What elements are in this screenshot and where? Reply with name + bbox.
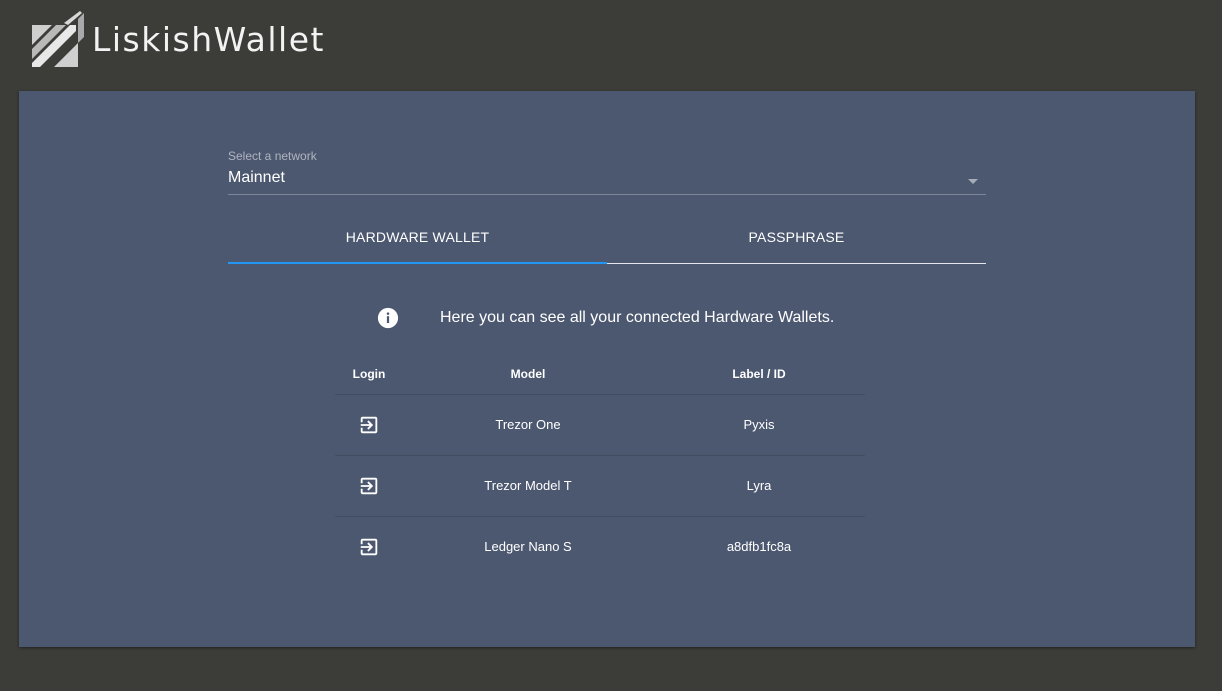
label-cell: Pyxis — [653, 394, 865, 456]
login-icon — [360, 477, 378, 494]
table-row: Trezor Model T Lyra — [335, 455, 865, 517]
app-title: LiskishWallet — [92, 19, 325, 59]
login-cell — [335, 455, 403, 517]
model-cell: Trezor One — [403, 394, 653, 456]
login-icon — [360, 538, 378, 555]
column-header-model: Model — [403, 355, 653, 395]
login-button[interactable] — [358, 475, 380, 497]
network-select-label: Select a network — [228, 149, 317, 163]
login-button[interactable] — [358, 536, 380, 558]
model-cell: Trezor Model T — [403, 455, 653, 517]
label-cell: a8dfb1fc8a — [726, 539, 792, 555]
info-text: Here you can see all your connected Hard… — [440, 309, 835, 326]
login-icon — [360, 416, 378, 433]
header: LiskishWallet — [30, 10, 325, 70]
login-cell — [335, 516, 403, 577]
tab-passphrase[interactable]: PASSPHRASE — [607, 215, 986, 263]
model-cell: Ledger Nano S — [484, 539, 572, 555]
info-message: Here you can see all your connected Hard… — [377, 307, 834, 329]
column-header-label: Label / ID — [653, 355, 865, 395]
app-window: LiskishWallet Select a network Mainnet H… — [0, 0, 1222, 691]
login-cell — [335, 394, 403, 456]
tab-hardware-wallet[interactable]: HARDWARE WALLET — [228, 215, 607, 264]
chevron-down-icon — [968, 179, 978, 184]
network-select[interactable]: Select a network Mainnet — [228, 147, 986, 195]
label-cell: Lyra — [653, 455, 865, 517]
login-button[interactable] — [358, 414, 380, 436]
column-header-login: Login — [335, 355, 403, 395]
table-header-row: Login Model Label / ID — [335, 355, 865, 395]
logo-icon — [32, 11, 84, 67]
hardware-wallet-table: Login Model Label / ID Trezor One Pyxis … — [335, 355, 865, 577]
login-card: Select a network Mainnet HARDWARE WALLET… — [19, 91, 1195, 647]
login-tabs: HARDWARE WALLET PASSPHRASE — [228, 215, 986, 264]
info-icon — [377, 307, 399, 329]
network-select-value: Mainnet — [228, 169, 285, 186]
table-row: Ledger Nano S a8dfb1fc8a — [335, 516, 865, 577]
table-row: Trezor One Pyxis — [335, 394, 865, 456]
